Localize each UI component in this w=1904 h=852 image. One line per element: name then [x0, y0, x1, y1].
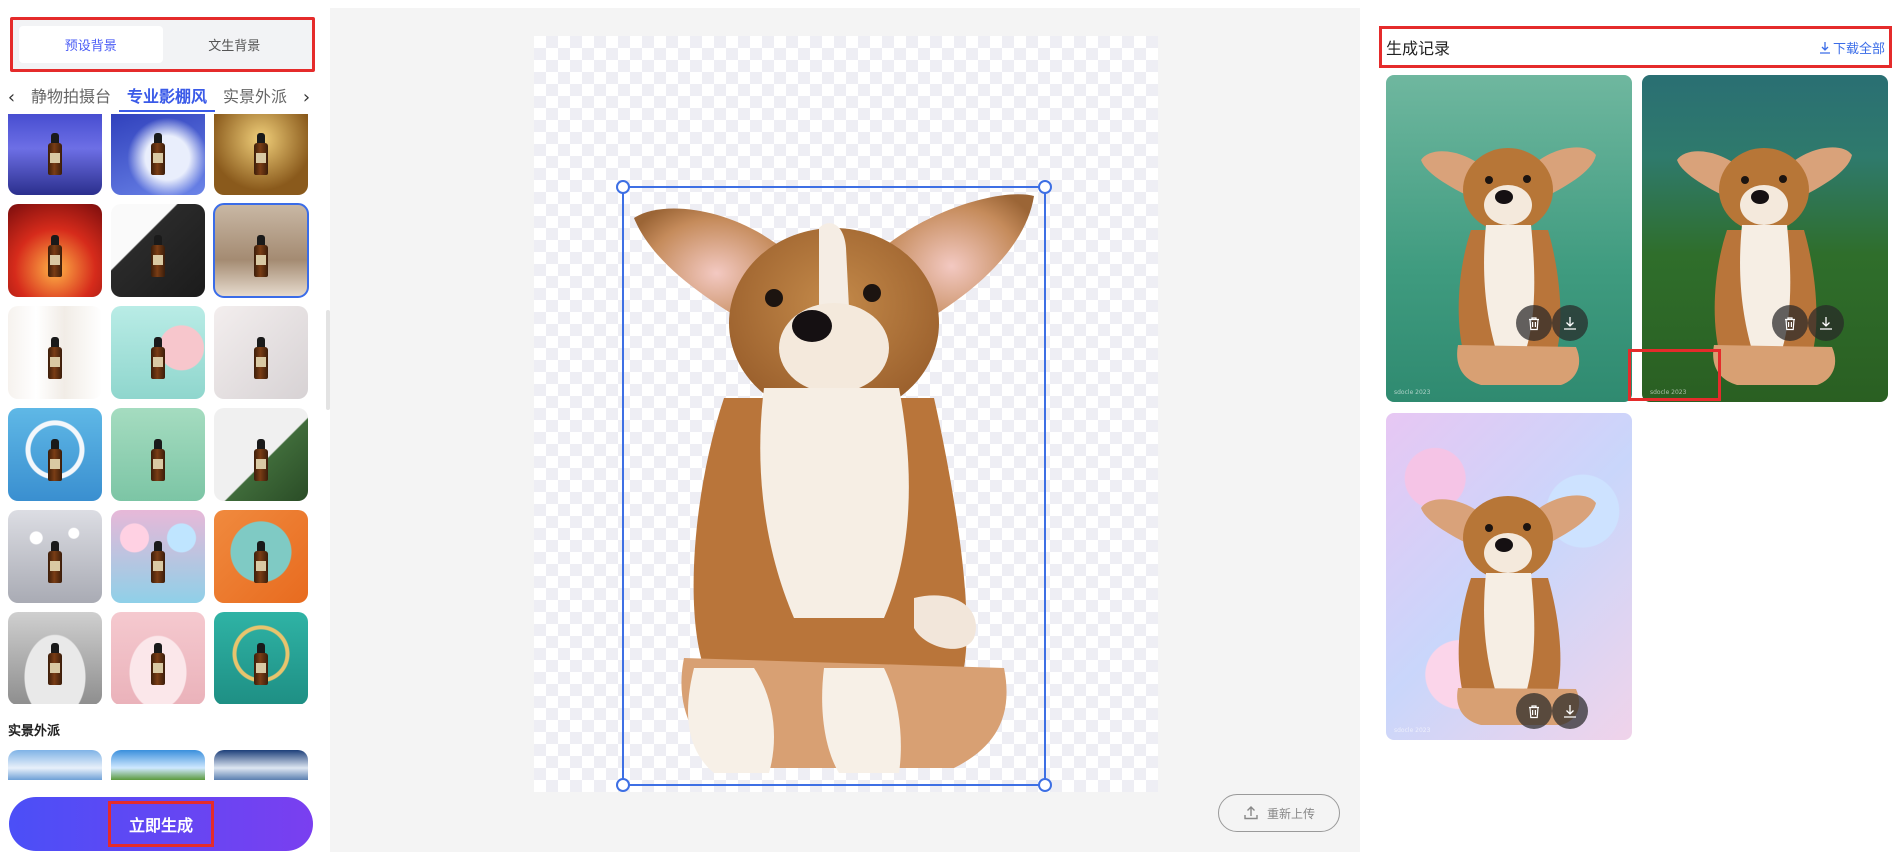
reupload-label: 重新上传 — [1266, 806, 1315, 821]
download-icon — [1564, 317, 1576, 330]
history-header: 生成记录 下载全部 — [1379, 26, 1892, 68]
preset-thumbnail[interactable] — [8, 612, 102, 704]
resize-handle-top-right[interactable] — [1038, 180, 1052, 194]
category-tab-studio[interactable]: 专业影棚风 — [118, 82, 215, 112]
generate-button[interactable]: 立即生成 — [9, 797, 313, 851]
tab-preset-background[interactable]: 预设背景 — [19, 26, 163, 63]
delete-button[interactable] — [1516, 305, 1552, 341]
trash-icon — [1529, 704, 1539, 718]
preset-thumbnail[interactable] — [8, 204, 102, 297]
subject-selection-box[interactable] — [616, 180, 1052, 792]
preset-grid — [8, 114, 310, 704]
preset-thumbnail[interactable] — [111, 408, 205, 501]
preset-thumbnail[interactable] — [111, 204, 205, 297]
dog-cutout-image — [634, 194, 1034, 773]
history-title: 生成记录 — [1386, 39, 1451, 58]
preset-thumbnail[interactable] — [111, 114, 205, 195]
preset-thumbnail[interactable] — [8, 306, 102, 399]
chevron-right-icon[interactable]: › — [295, 87, 318, 108]
download-button[interactable] — [1552, 305, 1588, 341]
preset-thumbnail[interactable] — [214, 750, 308, 780]
trash-icon — [1785, 316, 1795, 330]
category-tab-still-life[interactable]: 静物拍摄台 — [23, 82, 119, 112]
preset-thumbnail[interactable] — [214, 114, 308, 195]
preset-thumbnail[interactable] — [214, 306, 308, 399]
preset-thumbnail[interactable] — [111, 306, 205, 399]
upload-icon — [1244, 806, 1258, 820]
generate-button-label: 立即生成 — [107, 801, 214, 847]
preset-thumbnail[interactable] — [111, 612, 205, 704]
preset-thumbnail[interactable] — [214, 510, 308, 603]
tab-text-to-background[interactable]: 文生背景 — [163, 26, 307, 63]
section-title-outdoor: 实景外派 — [8, 724, 61, 739]
delete-button[interactable] — [1516, 693, 1552, 729]
chevron-left-icon[interactable]: ‹ — [0, 87, 23, 108]
outdoor-preset-row — [8, 750, 308, 780]
highlight-actions-box — [1628, 349, 1721, 401]
download-button[interactable] — [1552, 693, 1588, 729]
preset-thumbnail[interactable] — [8, 750, 102, 780]
result-image[interactable]: sdocle 2023 — [1386, 75, 1632, 402]
dog-result-image — [1421, 495, 1596, 725]
category-tab-outdoor[interactable]: 实景外派 — [215, 82, 295, 112]
reupload-button[interactable]: 重新上传 — [1218, 794, 1340, 832]
preset-thumbnail[interactable] — [111, 750, 205, 780]
delete-button[interactable] — [1772, 305, 1808, 341]
preset-thumbnail[interactable] — [8, 408, 102, 501]
download-icon — [1564, 705, 1576, 718]
background-type-switch: 预设背景 文生背景 — [10, 17, 315, 72]
result-image[interactable]: sdocle 2023 — [1386, 413, 1632, 740]
resize-handle-top-left[interactable] — [616, 180, 630, 194]
download-all-label: 下载全部 — [1832, 41, 1885, 57]
category-tabs: ‹ 静物拍摄台 专业影棚风 实景外派 › — [0, 82, 318, 112]
trash-icon — [1529, 316, 1539, 330]
download-button[interactable] — [1808, 305, 1844, 341]
app-root: 预设背景 文生背景 ‹ 静物拍摄台 专业影棚风 实景外派 › 实景外派 立即生成… — [0, 0, 1904, 852]
preset-thumbnail[interactable] — [111, 510, 205, 603]
preset-thumbnail[interactable] — [8, 510, 102, 603]
background-panel: 预设背景 文生背景 ‹ 静物拍摄台 专业影棚风 实景外派 › 实景外派 立即生成 — [0, 0, 330, 852]
preset-thumbnail[interactable] — [214, 612, 308, 704]
editor-canvas-area: 重新上传 — [330, 0, 1360, 852]
preset-thumbnail-selected[interactable] — [213, 203, 309, 298]
history-panel: 生成记录 下载全部 sdocle 2023 sdocle 2023 sdocle… — [1360, 0, 1904, 852]
preset-thumbnail[interactable] — [214, 408, 308, 501]
preset-thumbnail[interactable] — [8, 114, 102, 195]
watermark-text: sdocle 2023 — [1394, 727, 1431, 734]
download-icon — [1820, 317, 1832, 330]
watermark-text: sdocle 2023 — [1394, 389, 1431, 396]
resize-handle-bottom-right[interactable] — [1038, 778, 1052, 792]
resize-handle-bottom-left[interactable] — [616, 778, 630, 792]
download-all-button[interactable]: 下载全部 — [1819, 38, 1885, 57]
download-icon — [1819, 41, 1830, 54]
dog-result-image — [1421, 147, 1596, 385]
